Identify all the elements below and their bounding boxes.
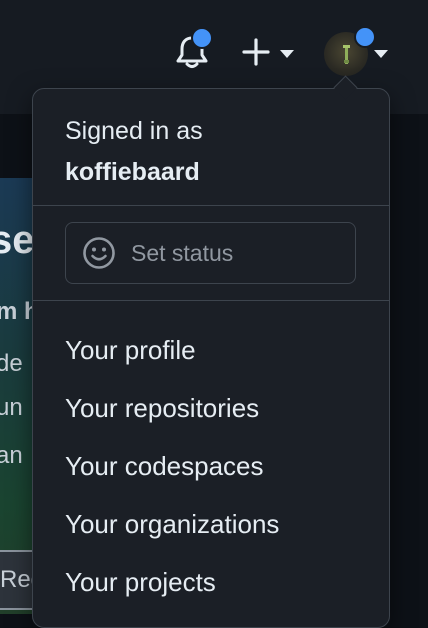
user-menu-list: Your profile Your repositories Your code… [33,321,389,611]
avatar [324,26,376,76]
notification-indicator [191,27,213,49]
plus-icon [242,38,270,66]
divider [33,300,389,301]
user-dropdown-menu: Signed in as koffiebaard Set status Your… [32,88,390,628]
signed-in-label: Signed in as [65,117,203,145]
status-indicator [354,26,376,48]
background-text: an [0,442,23,469]
signed-in-info: Signed in as koffiebaard [65,111,203,193]
menu-item-your-codespaces[interactable]: Your codespaces [33,437,389,495]
create-new-button[interactable] [240,36,296,68]
username: koffiebaard [65,158,200,186]
smiley-icon [83,237,115,269]
chevron-down-icon [280,50,294,58]
menu-item-your-profile[interactable]: Your profile [33,321,389,379]
background-text: de [0,350,23,377]
divider [33,205,389,206]
set-status-button[interactable]: Set status [65,222,356,284]
menu-item-your-projects[interactable]: Your projects [33,553,389,611]
notifications-button[interactable] [174,27,213,70]
background-text: se [0,218,35,262]
menu-item-your-organizations[interactable]: Your organizations [33,495,389,553]
background-text: un [0,394,23,421]
chevron-down-icon [374,50,388,58]
set-status-label: Set status [131,240,234,266]
user-menu-button[interactable] [322,26,392,76]
menu-item-your-repositories[interactable]: Your repositories [33,379,389,437]
